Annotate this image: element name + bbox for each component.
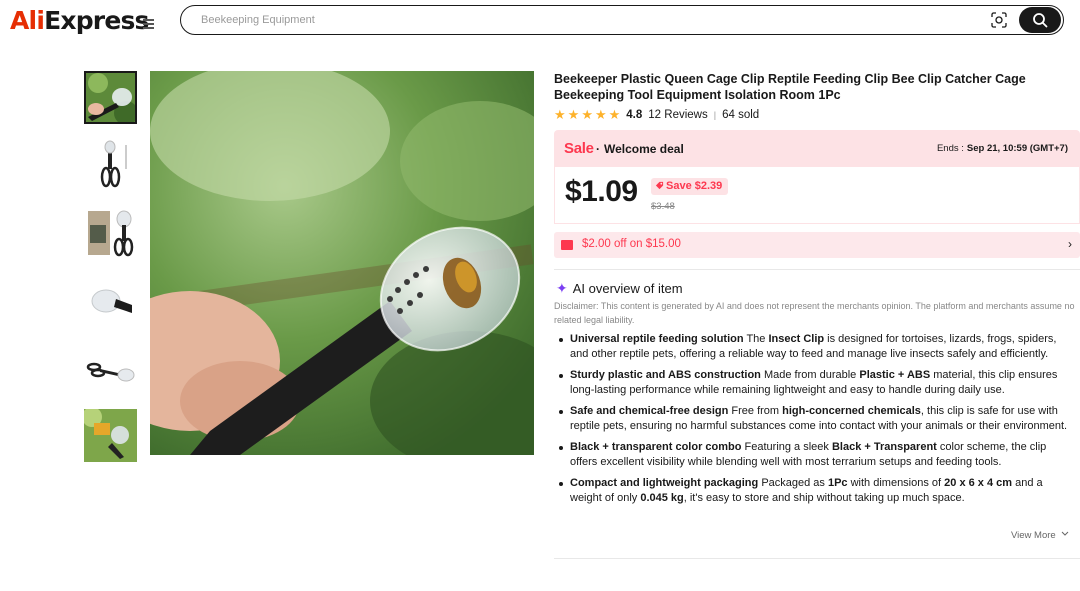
price-box: $1.09 Save $2.39 $3.48 <box>554 167 1080 224</box>
rating-row: ★ ★ ★ ★ ★ 4.8 12 Reviews | 64 sold <box>554 108 759 121</box>
separator: | <box>713 109 717 120</box>
ai-item-title: Compact and lightweight packaging <box>570 477 759 489</box>
camera-search-icon[interactable] <box>991 12 1007 28</box>
hamburger-menu-icon[interactable] <box>143 19 154 29</box>
coupon-banner[interactable]: $2.00 off on $15.00 › <box>554 232 1080 258</box>
ai-item-text: Featuring a sleek <box>744 441 832 453</box>
thumbnail-1[interactable] <box>84 71 137 124</box>
ai-item-highlight: 0.045 kg <box>640 492 684 504</box>
ai-item-highlight: 1Pc <box>827 477 848 489</box>
coupon-text: $2.00 off on $15.00 <box>582 238 681 250</box>
search-input[interactable] <box>201 12 961 28</box>
ai-sparkle-icon: ✦ <box>556 280 568 296</box>
logo-express: Express <box>44 6 149 35</box>
original-price: $3.48 <box>651 201 675 212</box>
ai-item-text: The <box>746 333 769 345</box>
ai-item-highlight: high-concerned chemicals <box>782 405 921 417</box>
save-amount: Save $2.39 <box>666 180 723 192</box>
ai-item-title: Black + transparent color combo <box>570 441 742 453</box>
sold-count: 64 sold <box>722 108 760 121</box>
ends-label: Ends : <box>936 143 964 154</box>
sale-dot: · <box>596 142 600 156</box>
rating-stars: ★ ★ ★ ★ ★ <box>554 108 620 121</box>
ai-overview-item: Sturdy plastic and ABS construction Made… <box>556 368 1076 398</box>
coupon-icon <box>561 240 573 250</box>
star-icon: ★ <box>554 107 566 122</box>
rating-score: 4.8 <box>626 108 643 121</box>
ai-item-text: with dimensions of <box>847 477 945 489</box>
divider-bottom <box>554 558 1080 559</box>
chevron-down-icon <box>1061 531 1069 536</box>
star-icon: ★ <box>567 107 580 122</box>
save-badge: Save $2.39 <box>651 178 729 195</box>
search-icon <box>1033 13 1048 28</box>
ai-item-title: Universal reptile feeding solution <box>570 333 744 345</box>
ai-disclaimer: Disclaimer: This content is generated by… <box>554 301 1075 325</box>
sale-banner: Sale · Welcome deal Ends : Sep 21, 10:59 … <box>554 130 1080 167</box>
ai-overview-item: Compact and lightweight packaging Packag… <box>556 476 1076 506</box>
welcome-deal-label: Welcome deal <box>604 142 684 156</box>
main-product-image[interactable] <box>150 71 534 455</box>
view-more-button[interactable]: View More <box>1011 530 1069 541</box>
star-icon: ★ <box>581 107 593 122</box>
thumbnail-6[interactable] <box>84 409 137 462</box>
ai-item-title: Safe and chemical-free design <box>570 405 729 417</box>
ai-item-text: Packaged as <box>761 477 828 489</box>
logo-ali: Ali <box>10 6 45 35</box>
sale-label: Sale <box>564 140 594 157</box>
ai-overview-item: Safe and chemical-free design Free from … <box>556 404 1076 434</box>
aliexpress-logo[interactable]: AliExpress <box>10 6 149 35</box>
ai-item-text: Made from durable <box>763 369 860 381</box>
ai-overview-list: Universal reptile feeding solution The I… <box>556 332 1076 512</box>
ai-overview-item: Black + transparent color combo Featurin… <box>556 440 1076 470</box>
product-title: Beekeeper Plastic Queen Cage Clip Reptil… <box>554 72 1026 102</box>
star-icon: ★ <box>608 107 621 122</box>
thumbnail-4[interactable] <box>84 275 137 328</box>
ai-item-highlight: Plastic + ABS <box>859 369 931 381</box>
ai-item-text: Free from <box>731 405 783 417</box>
chevron-right-icon: › <box>1068 237 1072 251</box>
thumbnail-2[interactable] <box>84 139 137 192</box>
ai-item-title: Sturdy plastic and ABS construction <box>570 369 761 381</box>
view-more-label: View More <box>1011 530 1056 541</box>
thumbnail-5[interactable] <box>84 343 137 396</box>
star-icon: ★ <box>594 107 607 122</box>
search-bar <box>180 5 1064 35</box>
divider <box>554 269 1080 270</box>
thumbnail-3[interactable] <box>84 207 137 260</box>
ai-item-text: , it's easy to store and ship without ta… <box>683 492 965 504</box>
ai-item-highlight: Black + Transparent <box>831 441 937 453</box>
ai-item-highlight: Insect Clip <box>768 333 825 345</box>
sale-ends: Ends : Sep 21, 10:59 (GMT+7) <box>937 143 1068 154</box>
current-price: $1.09 <box>565 175 638 208</box>
ai-overview-header: ✦ AI overview of item <box>556 280 683 297</box>
ai-overview-item: Universal reptile feeding solution The I… <box>556 332 1076 362</box>
search-button[interactable] <box>1019 7 1061 33</box>
ends-time: Sep 21, 10:59 (GMT+7) <box>966 143 1068 154</box>
ai-overview-title: AI overview of item <box>572 281 683 296</box>
ai-item-highlight: 20 x 6 x 4 cm <box>944 477 1013 489</box>
reviews-link[interactable]: 12 Reviews <box>648 109 707 121</box>
tag-icon <box>655 181 664 190</box>
